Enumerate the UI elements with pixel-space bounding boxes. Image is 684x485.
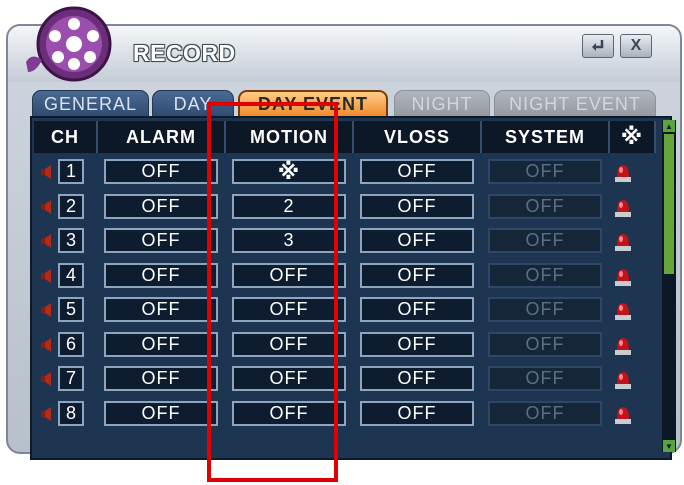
alarm-toggle[interactable]: OFF: [104, 331, 218, 357]
alarm-light-icon[interactable]: [612, 161, 634, 183]
alarm-light-icon[interactable]: [612, 230, 634, 252]
vloss-toggle[interactable]: OFF: [360, 228, 474, 253]
channel-number: 2: [58, 193, 84, 219]
scroll-up-arrow[interactable]: ▲: [663, 120, 675, 132]
speaker-icon: [41, 303, 51, 317]
record-grid: CH ALARM MOTION VLOSS SYSTEM ※ 1 OFF ※ O…: [30, 116, 676, 460]
channel-number: 5: [58, 297, 84, 322]
motion-column-highlight: [207, 102, 338, 482]
table-row: 4 OFF OFF OFF OFF: [32, 259, 662, 293]
vloss-toggle[interactable]: OFF: [360, 297, 474, 322]
speaker-icon: [41, 234, 51, 248]
channel-number: 4: [58, 262, 84, 288]
speaker-icon: [41, 372, 51, 386]
alarm-light-icon[interactable]: [612, 368, 634, 390]
speaker-icon: [41, 406, 51, 421]
tab-night[interactable]: NIGHT: [394, 90, 490, 118]
vloss-toggle[interactable]: OFF: [360, 193, 474, 219]
vloss-toggle[interactable]: OFF: [360, 331, 474, 357]
channel-number: 6: [58, 331, 84, 357]
vloss-toggle[interactable]: OFF: [360, 366, 474, 391]
header-system: SYSTEM: [482, 121, 610, 153]
close-label: X: [630, 37, 642, 54]
alarm-toggle[interactable]: OFF: [104, 228, 218, 253]
alarm-toggle[interactable]: OFF: [104, 297, 218, 322]
alarm-toggle[interactable]: OFF: [104, 366, 218, 391]
film-reel-logo: [26, 6, 112, 82]
system-toggle: OFF: [488, 400, 602, 426]
table-row: 6 OFF OFF OFF OFF: [32, 328, 662, 362]
channel-number: 3: [58, 228, 84, 253]
tab-night-event[interactable]: NIGHT EVENT: [494, 90, 656, 118]
alarm-toggle[interactable]: OFF: [104, 262, 218, 288]
speaker-icon: [41, 165, 51, 179]
alarm-light-icon[interactable]: [612, 334, 634, 356]
table-row: 8 OFF OFF OFF OFF: [32, 397, 662, 431]
system-toggle: OFF: [488, 193, 602, 219]
alarm-light-icon[interactable]: [612, 403, 634, 425]
alarm-toggle[interactable]: OFF: [104, 400, 218, 426]
tab-general[interactable]: GENERAL: [32, 90, 149, 118]
speaker-icon: [41, 337, 51, 352]
speaker-icon: [41, 199, 51, 214]
vloss-toggle[interactable]: OFF: [360, 400, 474, 426]
scroll-down-arrow[interactable]: ▼: [663, 440, 675, 452]
header-ch: CH: [34, 121, 98, 153]
table-row: 3 OFF 3 OFF OFF: [32, 224, 662, 258]
alarm-light-icon[interactable]: [612, 265, 634, 287]
system-toggle: OFF: [488, 159, 602, 184]
channel-number: 7: [58, 366, 84, 391]
alarm-light-icon[interactable]: [612, 299, 634, 321]
header-vloss: VLOSS: [354, 121, 482, 153]
enter-button[interactable]: [582, 34, 614, 58]
window-title: RECORD: [133, 40, 236, 66]
enter-icon: [592, 40, 604, 51]
table-row: 5 OFF OFF OFF OFF: [32, 293, 662, 327]
channel-number: 1: [58, 159, 84, 184]
table-row: 2 OFF 2 OFF OFF: [32, 190, 662, 224]
header-all-toggle[interactable]: ※: [610, 121, 656, 153]
scrollbar[interactable]: ▲ ▼: [662, 120, 676, 452]
vloss-toggle[interactable]: OFF: [360, 262, 474, 288]
system-toggle: OFF: [488, 228, 602, 253]
system-toggle: OFF: [488, 331, 602, 357]
channel-number: 8: [58, 400, 84, 426]
system-toggle: OFF: [488, 262, 602, 288]
table-row: 7 OFF OFF OFF OFF: [32, 362, 662, 396]
system-toggle: OFF: [488, 297, 602, 322]
vloss-toggle[interactable]: OFF: [360, 159, 474, 184]
speaker-icon: [41, 268, 51, 283]
alarm-toggle[interactable]: OFF: [104, 193, 218, 219]
alarm-toggle[interactable]: OFF: [104, 159, 218, 184]
record-window: RECORD X GENERAL DAY DAY EVENT NIGHT NIG…: [6, 6, 682, 460]
alarm-light-icon[interactable]: [612, 196, 634, 218]
system-toggle: OFF: [488, 366, 602, 391]
scroll-thumb[interactable]: [664, 134, 674, 274]
table-row: 1 OFF ※ OFF OFF: [32, 155, 662, 189]
close-button[interactable]: X: [620, 34, 652, 58]
